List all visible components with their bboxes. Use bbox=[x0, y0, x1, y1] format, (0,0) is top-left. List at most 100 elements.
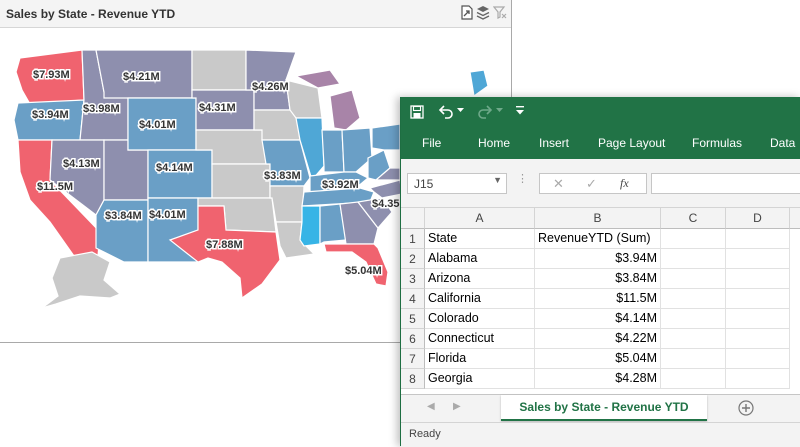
state-maine[interactable] bbox=[469, 69, 489, 98]
cancel-icon[interactable]: ✕ bbox=[553, 176, 564, 192]
save-icon[interactable] bbox=[410, 105, 424, 119]
redo-icon[interactable] bbox=[477, 104, 493, 119]
worksheet-grid: A B C D 1 State RevenueYTD (Sum) 2 Alaba… bbox=[401, 208, 800, 394]
cell-b6[interactable]: $4.22M bbox=[535, 329, 661, 349]
cell-c4[interactable] bbox=[661, 289, 726, 309]
row-header[interactable]: 8 bbox=[401, 369, 425, 389]
cell-b3[interactable]: $3.84M bbox=[535, 269, 661, 289]
state-kansas bbox=[211, 163, 271, 199]
ribbon-tabs: File Home Insert Page Layout Formulas Da… bbox=[401, 127, 800, 159]
layers-icon[interactable] bbox=[476, 5, 490, 20]
insert-function-icon[interactable]: fx bbox=[620, 176, 629, 191]
select-all-corner[interactable] bbox=[401, 208, 425, 229]
state-michigan[interactable] bbox=[329, 89, 361, 131]
scroll-sheets-left-icon[interactable]: ◀ bbox=[427, 401, 435, 412]
chevron-down-icon[interactable]: ▼ bbox=[493, 175, 502, 185]
label-south-dakota: $4.31M bbox=[199, 102, 236, 114]
add-sheet-icon[interactable] bbox=[738, 400, 754, 416]
cell-a2[interactable]: Alabama bbox=[425, 249, 535, 269]
label-ohio-west-virginia: $3.92M bbox=[322, 179, 359, 191]
column-header-a[interactable]: A bbox=[425, 208, 535, 229]
scroll-sheets-right-icon[interactable]: ▶ bbox=[453, 401, 461, 412]
cell-d8[interactable] bbox=[726, 369, 790, 389]
customize-qat-icon[interactable] bbox=[516, 106, 524, 115]
tab-file[interactable]: File bbox=[422, 136, 441, 150]
cell-a3[interactable]: Arizona bbox=[425, 269, 535, 289]
row-header[interactable]: 2 bbox=[401, 249, 425, 269]
cell-d4[interactable] bbox=[726, 289, 790, 309]
row-header[interactable]: 3 bbox=[401, 269, 425, 289]
status-bar: Ready bbox=[401, 422, 800, 447]
cell-d6[interactable] bbox=[726, 329, 790, 349]
cell-a4[interactable]: California bbox=[425, 289, 535, 309]
undo-dropdown-icon[interactable] bbox=[457, 108, 464, 113]
state-north-carolina[interactable] bbox=[368, 179, 403, 199]
sheet-tab-active[interactable]: Sales by State - Revenue YTD bbox=[501, 395, 707, 421]
cell-b7[interactable]: $5.04M bbox=[535, 349, 661, 369]
cell-d1[interactable] bbox=[726, 229, 790, 249]
cell-a8[interactable]: Georgia bbox=[425, 369, 535, 389]
cell-b5[interactable]: $4.14M bbox=[535, 309, 661, 329]
label-new-mexico: $4.01M bbox=[149, 209, 186, 221]
cell-b1[interactable]: RevenueYTD (Sum) bbox=[535, 229, 661, 249]
state-colorado[interactable] bbox=[147, 149, 213, 199]
row-header[interactable]: 5 bbox=[401, 309, 425, 329]
state-pennsylvania[interactable] bbox=[371, 123, 401, 151]
column-header-e-partial[interactable] bbox=[790, 208, 800, 229]
cell-c7[interactable] bbox=[661, 349, 726, 369]
excel-window: File Home Insert Page Layout Formulas Da… bbox=[400, 97, 800, 447]
clear-filter-icon[interactable] bbox=[493, 5, 507, 20]
label-wyoming: $4.01M bbox=[139, 119, 176, 131]
cell-b8[interactable]: $4.28M bbox=[535, 369, 661, 389]
tab-insert[interactable]: Insert bbox=[539, 136, 569, 150]
map-header: Sales by State - Revenue YTD bbox=[0, 0, 511, 28]
export-icon[interactable] bbox=[460, 5, 474, 20]
formula-buttons: ✕ ✓ fx bbox=[539, 173, 647, 194]
cell-c8[interactable] bbox=[661, 369, 726, 389]
cell-c5[interactable] bbox=[661, 309, 726, 329]
formula-bar-area: J15 ▼ ⋮ ✕ ✓ fx bbox=[401, 159, 800, 208]
redo-dropdown-icon[interactable] bbox=[496, 108, 503, 113]
cell-a5[interactable]: Colorado bbox=[425, 309, 535, 329]
tab-page-layout[interactable]: Page Layout bbox=[598, 136, 665, 150]
sheet-tab-bar: ◀ ▶ Sales by State - Revenue YTD bbox=[401, 394, 800, 423]
name-box[interactable]: J15 ▼ bbox=[407, 173, 507, 194]
tab-home[interactable]: Home bbox=[478, 136, 510, 150]
row-header[interactable]: 4 bbox=[401, 289, 425, 309]
column-header-d[interactable]: D bbox=[726, 208, 790, 229]
label-virginia-partial: $4.35 bbox=[372, 198, 400, 210]
column-header-c[interactable]: C bbox=[661, 208, 726, 229]
formula-input[interactable] bbox=[651, 173, 800, 194]
quick-access-toolbar bbox=[401, 97, 800, 127]
state-mississippi[interactable] bbox=[299, 205, 321, 247]
tab-formulas[interactable]: Formulas bbox=[692, 136, 742, 150]
state-north-dakota bbox=[191, 49, 247, 91]
cell-c3[interactable] bbox=[661, 269, 726, 289]
cell-a7[interactable]: Florida bbox=[425, 349, 535, 369]
state-arkansas bbox=[269, 185, 305, 223]
row-header[interactable]: 7 bbox=[401, 349, 425, 369]
cell-d3[interactable] bbox=[726, 269, 790, 289]
map-title: Sales by State - Revenue YTD bbox=[6, 7, 176, 21]
drag-handle-icon[interactable]: ⋮ bbox=[517, 174, 528, 185]
label-missouri: $3.83M bbox=[264, 170, 301, 182]
undo-icon[interactable] bbox=[438, 104, 454, 119]
cell-a6[interactable]: Connecticut bbox=[425, 329, 535, 349]
cell-c6[interactable] bbox=[661, 329, 726, 349]
row-header[interactable]: 6 bbox=[401, 329, 425, 349]
state-indiana[interactable] bbox=[321, 129, 345, 173]
cell-d5[interactable] bbox=[726, 309, 790, 329]
enter-icon[interactable]: ✓ bbox=[586, 176, 597, 192]
label-arizona: $3.84M bbox=[105, 210, 142, 222]
cell-b2[interactable]: $3.94M bbox=[535, 249, 661, 269]
tab-data[interactable]: Data bbox=[770, 136, 795, 150]
label-florida: $5.04M bbox=[345, 265, 382, 277]
cell-c2[interactable] bbox=[661, 249, 726, 269]
cell-c1[interactable] bbox=[661, 229, 726, 249]
row-header[interactable]: 1 bbox=[401, 229, 425, 249]
column-header-b[interactable]: B bbox=[535, 208, 661, 229]
cell-d7[interactable] bbox=[726, 349, 790, 369]
cell-d2[interactable] bbox=[726, 249, 790, 269]
cell-a1[interactable]: State bbox=[425, 229, 535, 249]
cell-b4[interactable]: $11.5M bbox=[535, 289, 661, 309]
